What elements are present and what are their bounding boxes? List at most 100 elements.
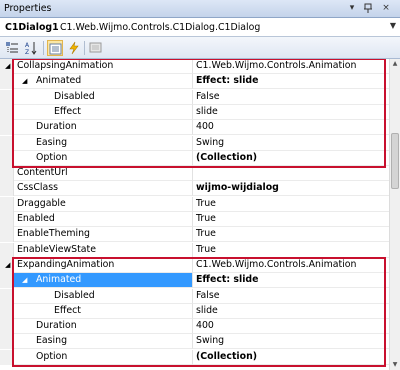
property-value-cell[interactable]: Swing [193, 136, 389, 151]
property-name-cell[interactable]: Disabled [14, 288, 193, 304]
row-gutter [0, 196, 14, 212]
property-row[interactable]: Draggable True [0, 196, 389, 212]
property-row[interactable]: CssClass wijmo-wijdialog [0, 181, 389, 197]
row-gutter [0, 273, 14, 289]
expander-icon[interactable]: ◢ [22, 276, 30, 284]
window-position-dropdown-icon[interactable]: ▾ [346, 2, 358, 14]
property-value-cell[interactable] [193, 166, 389, 182]
scroll-down-icon[interactable]: ▼ [390, 360, 400, 370]
property-row[interactable]: EnableViewState True [0, 242, 389, 258]
property-value-cell[interactable]: 400 [193, 120, 389, 136]
property-value-cell[interactable]: Effect: slide [193, 273, 389, 289]
property-value-cell[interactable]: Effect: slide [193, 74, 389, 90]
property-row[interactable]: ◢ ExpandingAnimation C1.Web.Wijmo.Controls… [0, 257, 389, 273]
chevron-down-icon[interactable]: ▼ [390, 21, 396, 30]
property-value-cell[interactable]: (Collection) [193, 350, 389, 365]
scroll-up-icon[interactable]: ▲ [390, 59, 400, 69]
categorized-button[interactable] [4, 40, 20, 56]
property-value-cell[interactable]: C1.Web.Wijmo.Controls.Animation [193, 59, 389, 74]
property-value-cell[interactable]: Swing [193, 334, 389, 350]
property-row[interactable]: Duration 400 [0, 319, 389, 335]
property-pages-icon [89, 42, 102, 53]
pin-icon[interactable] [362, 2, 374, 14]
property-row[interactable]: Easing Swing [0, 334, 389, 350]
property-value-cell[interactable]: True [193, 243, 389, 258]
property-name-cell[interactable]: EnableTheming [14, 227, 193, 243]
property-value-cell[interactable]: True [193, 227, 389, 243]
property-name-cell[interactable]: Disabled [14, 89, 193, 105]
property-name-cell[interactable]: Easing [14, 135, 193, 151]
alphabetical-icon: A Z [25, 42, 37, 55]
panel-title: Properties [4, 3, 52, 14]
expander-icon[interactable]: ◢ [22, 77, 30, 85]
property-value: wijmo-wijdialog [196, 182, 279, 194]
property-name: Effect [54, 105, 81, 117]
property-row[interactable]: EnableTheming True [0, 227, 389, 243]
property-name-cell[interactable]: ◢ Animated [14, 74, 193, 90]
property-row[interactable]: ◢ Animated Effect: slide [0, 273, 389, 289]
close-icon[interactable]: × [380, 2, 392, 14]
property-value-cell[interactable]: 400 [193, 319, 389, 335]
vertical-scrollbar[interactable]: ▲ ▼ [389, 59, 400, 370]
property-name-cell[interactable]: Draggable [14, 196, 193, 212]
property-row[interactable]: Effect slide [0, 104, 389, 120]
property-value-cell[interactable]: (Collection) [193, 151, 389, 166]
property-row[interactable]: Effect slide [0, 303, 389, 319]
property-value-cell[interactable]: True [193, 212, 389, 227]
property-name-cell[interactable]: Duration [14, 319, 193, 335]
property-name-cell[interactable]: Option [14, 349, 193, 365]
property-value: (Collection) [196, 350, 258, 362]
property-row[interactable]: Option (Collection) [0, 349, 389, 365]
expander-icon[interactable]: ◢ [5, 261, 13, 269]
properties-titlebar: Properties ▾ × [0, 0, 400, 18]
property-name-cell[interactable]: Option [14, 150, 193, 166]
property-name-cell[interactable]: Effect [14, 104, 193, 120]
row-gutter [0, 104, 14, 120]
property-value-cell[interactable]: slide [193, 105, 389, 120]
property-row[interactable]: Disabled False [0, 288, 389, 304]
property-name-cell[interactable]: CssClass [14, 181, 193, 197]
row-gutter [0, 242, 14, 258]
property-row[interactable]: Enabled True [0, 212, 389, 227]
property-value-cell[interactable]: C1.Web.Wijmo.Controls.Animation [193, 258, 389, 273]
property-row[interactable]: ◢ CollapsingAnimation C1.Web.Wijmo.Control… [0, 59, 389, 74]
property-name-cell[interactable]: ◢ Animated [14, 273, 193, 289]
row-gutter [0, 150, 14, 166]
property-name: Effect [54, 304, 81, 316]
expander-icon[interactable]: ◢ [5, 62, 13, 70]
property-value: Effect: slide [196, 274, 259, 286]
property-name-cell[interactable]: ContentUrl [14, 166, 193, 182]
property-name-cell[interactable]: ◢ ExpandingAnimation [5, 257, 193, 273]
property-value-cell[interactable]: wijmo-wijdialog [193, 181, 389, 197]
property-name-cell[interactable]: ◢ CollapsingAnimation [5, 59, 193, 74]
toolbar-separator [84, 41, 85, 55]
property-name-cell[interactable]: Duration [14, 120, 193, 136]
row-gutter [0, 181, 14, 197]
property-value: C1.Web.Wijmo.Controls.Animation [196, 258, 357, 270]
property-name-cell[interactable]: Enabled [14, 212, 193, 227]
property-name: Animated [36, 75, 82, 87]
svg-text:A: A [25, 42, 30, 49]
property-row[interactable]: ContentUrl [0, 166, 389, 182]
property-row[interactable]: Easing Swing [0, 135, 389, 151]
property-name-cell[interactable]: Easing [14, 334, 193, 350]
property-row[interactable]: Duration 400 [0, 120, 389, 136]
property-row[interactable]: Disabled False [0, 89, 389, 105]
events-button[interactable] [66, 40, 82, 56]
property-value-cell[interactable]: slide [193, 304, 389, 319]
alphabetical-button[interactable]: A Z [24, 40, 40, 56]
properties-button[interactable] [47, 40, 63, 56]
scrollbar-thumb[interactable] [391, 133, 399, 189]
property-pages-button[interactable] [88, 40, 104, 56]
property-row[interactable]: Option (Collection) [0, 150, 389, 166]
property-name: EnableTheming [17, 228, 90, 240]
property-value-cell[interactable]: False [193, 289, 389, 304]
property-name-cell[interactable]: EnableViewState [14, 242, 193, 258]
object-selector[interactable]: C1Dialog1 C1.Web.Wijmo.Controls.C1Dialog… [0, 18, 400, 37]
property-row[interactable]: ◢ Animated Effect: slide [0, 74, 389, 90]
property-value-cell[interactable]: False [193, 90, 389, 105]
row-gutter [0, 288, 14, 304]
row-gutter [0, 303, 14, 319]
property-value-cell[interactable]: True [193, 197, 389, 212]
property-name-cell[interactable]: Effect [14, 303, 193, 319]
